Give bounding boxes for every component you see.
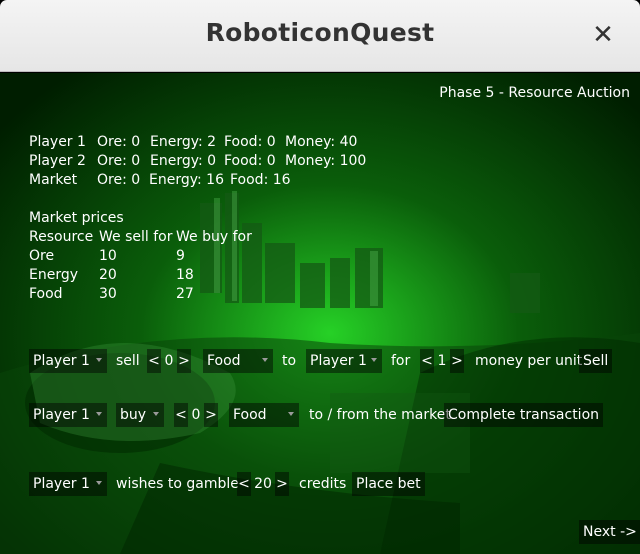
gamble-amount-value: 20 bbox=[254, 476, 272, 492]
place-bet-button[interactable]: Place bet bbox=[352, 472, 425, 496]
status-ore: Ore: 0 bbox=[97, 153, 141, 169]
complete-transaction-button[interactable]: Complete transaction bbox=[444, 403, 604, 427]
credits-label: credits bbox=[299, 476, 347, 492]
price-cell: 10 bbox=[99, 248, 117, 264]
status-name: Player 2 bbox=[29, 153, 86, 169]
chevron-down-icon bbox=[288, 412, 294, 416]
window-title: RoboticonQuest bbox=[205, 18, 435, 47]
price-cell: Energy bbox=[29, 267, 79, 283]
trade-price-stepper[interactable]: < 1 > bbox=[420, 349, 466, 373]
decrement-button[interactable]: < bbox=[147, 349, 161, 373]
money-per-unit-label: money per unit bbox=[475, 353, 583, 369]
decrement-button[interactable]: < bbox=[174, 403, 188, 427]
chevron-down-icon bbox=[262, 358, 268, 362]
to-label: to bbox=[282, 353, 297, 369]
market-player-dropdown[interactable]: Player 1 bbox=[29, 403, 107, 427]
status-name: Player 1 bbox=[29, 134, 86, 150]
close-icon[interactable]: ✕ bbox=[588, 18, 618, 52]
price-cell: 30 bbox=[99, 286, 117, 302]
price-cell: 9 bbox=[176, 248, 185, 264]
increment-button[interactable]: > bbox=[177, 349, 191, 373]
quantity-value: 0 bbox=[164, 353, 174, 369]
decrement-button[interactable]: < bbox=[420, 349, 434, 373]
market-action-dropdown[interactable]: buy bbox=[116, 403, 164, 427]
prices-header-row: Resource We sell for We buy for bbox=[29, 229, 289, 246]
price-cell: 27 bbox=[176, 286, 194, 302]
column-header: Resource bbox=[29, 229, 94, 245]
trade-buyer-dropdown[interactable]: Player 1 bbox=[306, 349, 382, 373]
for-label: for bbox=[391, 353, 411, 369]
selected-value: Player 1 bbox=[33, 353, 90, 369]
table-row: Ore 10 9 bbox=[29, 248, 289, 265]
chevron-down-icon bbox=[96, 481, 102, 485]
next-button[interactable]: Next -> bbox=[579, 520, 640, 544]
price-cell: 18 bbox=[176, 267, 194, 283]
trade-quantity-stepper[interactable]: < 0 > bbox=[147, 349, 193, 373]
status-food: Food: 0 bbox=[224, 134, 276, 150]
market-quantity-stepper[interactable]: < 0 > bbox=[174, 403, 220, 427]
column-header: We buy for bbox=[176, 229, 252, 245]
status-energy: Energy: 0 bbox=[150, 153, 217, 169]
column-header: We sell for bbox=[99, 229, 173, 245]
market-resource-dropdown[interactable]: Food bbox=[229, 403, 299, 427]
quantity-value: 0 bbox=[191, 407, 201, 423]
status-name: Market bbox=[29, 172, 78, 188]
gamble-label: wishes to gamble bbox=[116, 476, 239, 492]
status-money: Money: 40 bbox=[285, 134, 358, 150]
table-row: Food 30 27 bbox=[29, 286, 289, 303]
table-row: Energy 20 18 bbox=[29, 267, 289, 284]
selected-value: Player 1 bbox=[33, 407, 90, 423]
sell-label: sell bbox=[116, 353, 140, 369]
price-cell: Ore bbox=[29, 248, 55, 264]
price-cell: Food bbox=[29, 286, 63, 302]
status-ore: Ore: 0 bbox=[97, 134, 141, 150]
gamble-amount-stepper[interactable]: < 20 > bbox=[237, 472, 291, 496]
trade-resource-dropdown[interactable]: Food bbox=[203, 349, 273, 373]
status-energy: Energy: 2 bbox=[150, 134, 217, 150]
price-value: 1 bbox=[437, 353, 447, 369]
chevron-down-icon bbox=[96, 412, 102, 416]
prices-heading: Market prices bbox=[29, 210, 124, 226]
increment-button[interactable]: > bbox=[450, 349, 464, 373]
increment-button[interactable]: > bbox=[204, 403, 218, 427]
status-food: Food: 16 bbox=[230, 172, 291, 188]
chevron-down-icon bbox=[153, 412, 159, 416]
decrement-button[interactable]: < bbox=[237, 472, 251, 496]
increment-button[interactable]: > bbox=[275, 472, 289, 496]
gamble-player-dropdown[interactable]: Player 1 bbox=[29, 472, 107, 496]
selected-value: Player 1 bbox=[33, 476, 90, 492]
phase-title: Phase 5 - Resource Auction bbox=[439, 85, 630, 101]
selected-value: Food bbox=[207, 353, 241, 369]
status-food: Food: 0 bbox=[224, 153, 276, 169]
selected-value: Food bbox=[233, 407, 267, 423]
sell-button[interactable]: Sell bbox=[579, 349, 613, 373]
market-label: to / from the market bbox=[309, 407, 451, 423]
chevron-down-icon bbox=[371, 358, 377, 362]
status-ore: Ore: 0 bbox=[97, 172, 141, 188]
game-scene: Phase 5 - Resource Auction Player 1 Ore:… bbox=[0, 73, 640, 554]
price-cell: 20 bbox=[99, 267, 117, 283]
window-titlebar: RoboticonQuest ✕ bbox=[0, 0, 640, 72]
selected-value: Player 1 bbox=[310, 353, 367, 369]
status-money: Money: 100 bbox=[285, 153, 367, 169]
trade-seller-dropdown[interactable]: Player 1 bbox=[29, 349, 107, 373]
status-energy: Energy: 16 bbox=[149, 172, 224, 188]
chevron-down-icon bbox=[96, 358, 102, 362]
selected-value: buy bbox=[120, 407, 147, 423]
